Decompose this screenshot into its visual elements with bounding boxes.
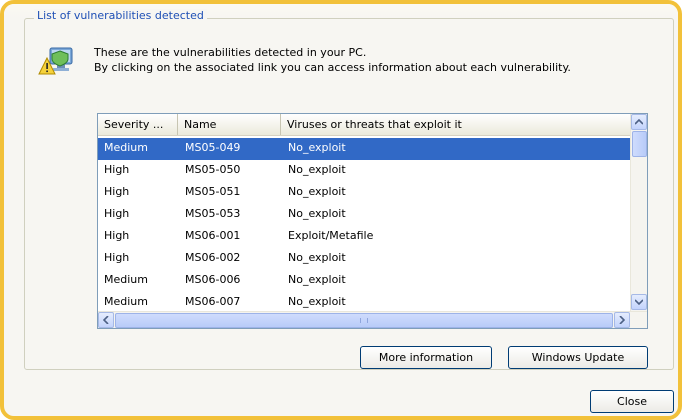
vulnerabilities-window: List of vulnerabilities detected These a…: [0, 0, 682, 420]
column-header-name[interactable]: Name: [178, 114, 281, 135]
close-button[interactable]: Close: [590, 390, 674, 413]
column-header-severity[interactable]: Severity ...: [98, 114, 178, 135]
scroll-left-button[interactable]: [98, 312, 114, 328]
table-row[interactable]: High MS05-051 No_exploit: [98, 182, 631, 204]
more-information-button[interactable]: More information: [360, 346, 492, 369]
table-row[interactable]: High MS05-050 No_exploit: [98, 160, 631, 182]
threat-cell: No_exploit: [288, 295, 346, 308]
list-header: Severity ... Name Viruses or threats tha…: [98, 114, 631, 136]
name-cell: MS06-006: [185, 273, 241, 286]
threat-cell: No_exploit: [288, 185, 346, 198]
threat-cell: No_exploit: [288, 273, 346, 286]
name-cell: MS05-053: [185, 207, 241, 220]
chevron-right-icon: [619, 316, 625, 324]
chevron-left-icon: [103, 316, 109, 324]
name-cell: MS06-007: [185, 295, 241, 308]
groupbox-title: List of vulnerabilities detected: [34, 9, 207, 22]
threat-cell: Exploit/Metafile: [288, 229, 374, 242]
name-cell: MS06-002: [185, 251, 241, 264]
chevron-down-icon: [635, 299, 643, 305]
column-label: Viruses or threats that exploit it: [287, 118, 462, 131]
windows-update-button[interactable]: Windows Update: [508, 346, 648, 369]
severity-cell: Medium: [104, 295, 148, 308]
severity-cell: High: [104, 163, 130, 176]
vertical-scrollbar[interactable]: [630, 114, 647, 311]
scroll-right-button[interactable]: [614, 312, 630, 328]
table-row[interactable]: Medium MS05-049 No_exploit: [98, 138, 631, 160]
vulnerabilities-list[interactable]: Severity ... Name Viruses or threats tha…: [97, 113, 648, 329]
severity-cell: High: [104, 185, 130, 198]
table-row[interactable]: Medium MS06-006 No_exploit: [98, 270, 631, 292]
scroll-grip-icon: [360, 318, 368, 323]
scrollbar-corner: [631, 312, 647, 328]
severity-cell: Medium: [104, 141, 148, 154]
horizontal-scrollbar[interactable]: [98, 311, 647, 328]
chevron-up-icon: [635, 119, 643, 125]
horizontal-scroll-thumb[interactable]: [115, 313, 613, 328]
name-cell: MS05-050: [185, 163, 241, 176]
vertical-scroll-thumb[interactable]: [632, 131, 647, 157]
threat-cell: No_exploit: [288, 251, 346, 264]
column-label: Name: [184, 118, 217, 131]
column-label: Severity ...: [104, 118, 164, 131]
scroll-down-button[interactable]: [631, 294, 647, 310]
severity-cell: Medium: [104, 273, 148, 286]
intro-line-1: These are the vulnerabilities detected i…: [94, 46, 367, 59]
threat-cell: No_exploit: [288, 141, 346, 154]
name-cell: MS05-051: [185, 185, 241, 198]
threat-cell: No_exploit: [288, 163, 346, 176]
severity-cell: High: [104, 229, 130, 242]
scroll-up-button[interactable]: [631, 114, 647, 130]
table-row[interactable]: High MS05-053 No_exploit: [98, 204, 631, 226]
intro-line-2: By clicking on the associated link you c…: [94, 61, 571, 74]
security-warning-icon: [38, 44, 78, 80]
list-rows: Medium MS05-049 No_exploit High MS05-050 No_e…: [98, 138, 631, 314]
name-cell: MS05-049: [185, 141, 241, 154]
name-cell: MS06-001: [185, 229, 241, 242]
table-row[interactable]: High MS06-001 Exploit/Metafile: [98, 226, 631, 248]
severity-cell: High: [104, 251, 130, 264]
table-row[interactable]: High MS06-002 No_exploit: [98, 248, 631, 270]
column-header-threats[interactable]: Viruses or threats that exploit it: [281, 114, 631, 135]
intro-text: These are the vulnerabilities detected i…: [94, 45, 664, 75]
severity-cell: High: [104, 207, 130, 220]
threat-cell: No_exploit: [288, 207, 346, 220]
